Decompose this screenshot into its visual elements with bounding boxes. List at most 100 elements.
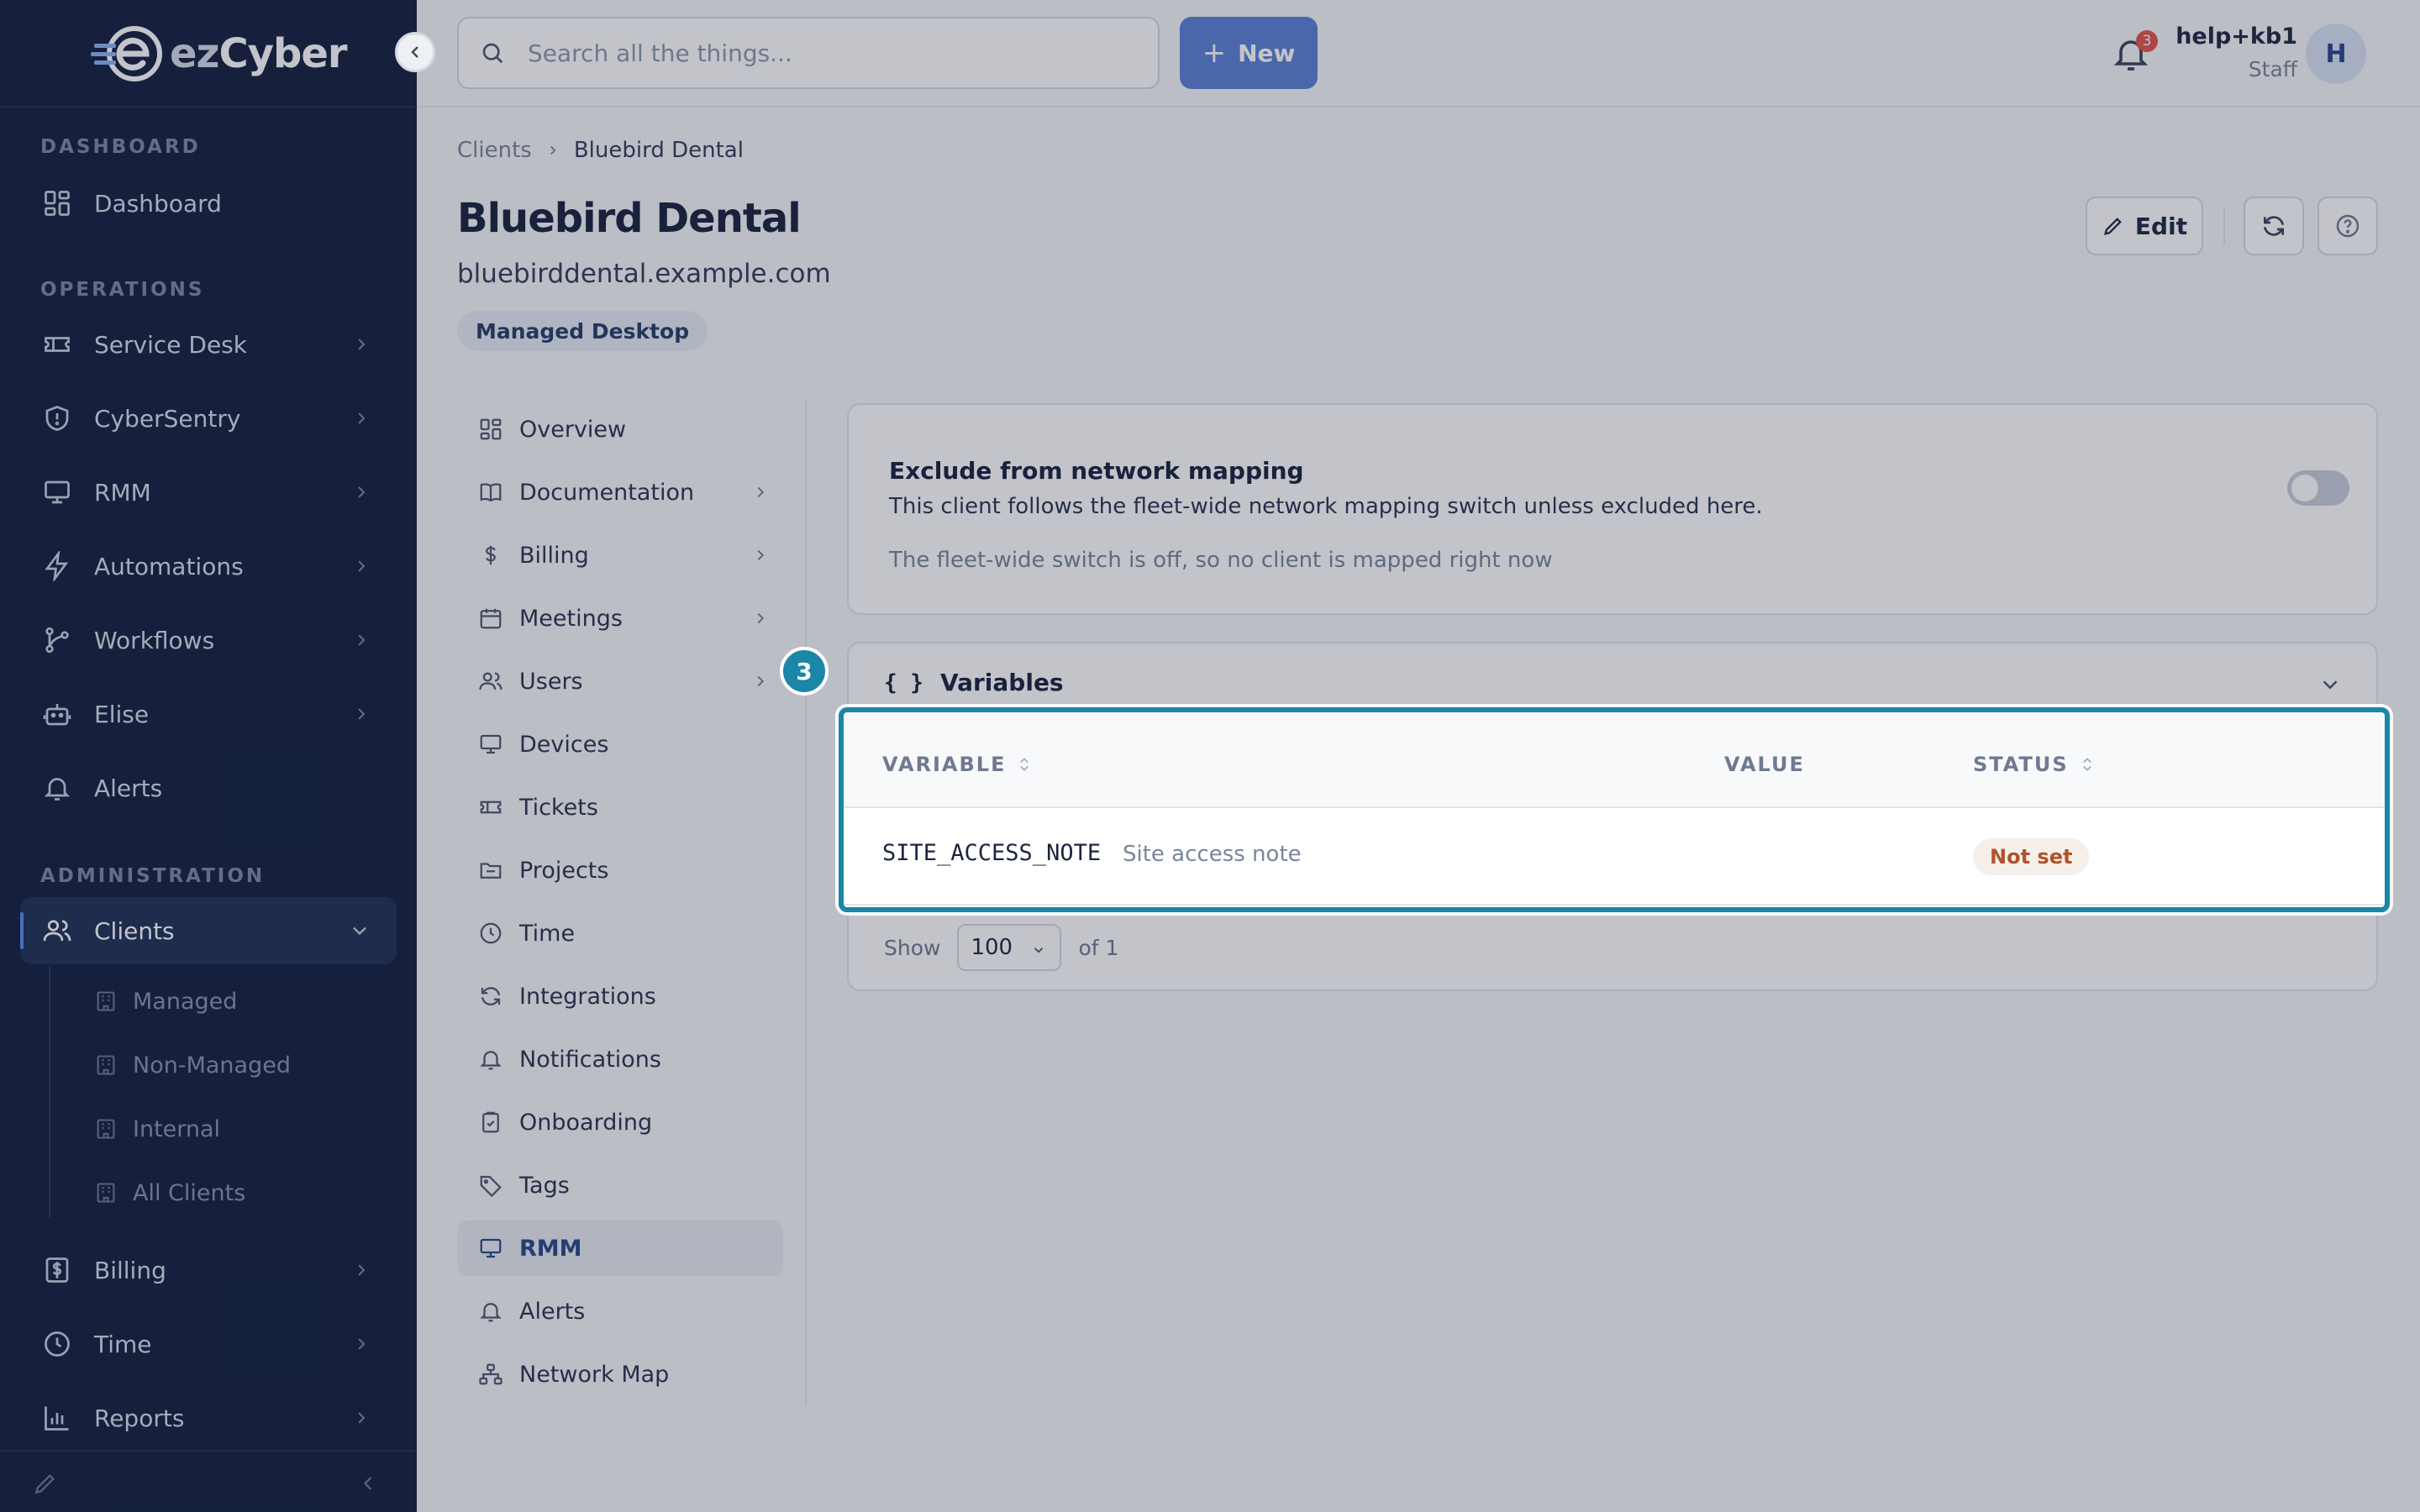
subnav-item-devices[interactable]: Devices (457, 717, 783, 772)
collapse-sidebar-button[interactable] (395, 32, 435, 72)
toggle-knob (2291, 475, 2318, 501)
sidebar-item-automations[interactable]: Automations (20, 533, 397, 600)
page-title: Bluebird Dental (457, 195, 802, 242)
page-size-select[interactable]: 100 (957, 924, 1062, 971)
help-button[interactable] (2317, 197, 2378, 255)
subnav-item-tags[interactable]: Tags (457, 1158, 783, 1213)
sidebar-subitem-non-managed[interactable]: Non-Managed (94, 1040, 291, 1090)
table-row[interactable]: SITE_ACCESS_NOTE Site access note Not se… (844, 808, 2385, 906)
subnav-item-integrations[interactable]: Integrations (457, 969, 783, 1024)
network-mapping-description: This client follows the fleet-wide netwo… (889, 494, 1763, 519)
subnav-item-overview[interactable]: Overview (457, 402, 783, 457)
chevron-right-icon (757, 612, 765, 624)
chevron-right-icon (757, 486, 765, 498)
variable-key: SITE_ACCESS_NOTE (882, 840, 1102, 866)
sidebar-item-label: Clients (94, 916, 175, 945)
subnav-item-tickets[interactable]: Tickets (457, 780, 783, 835)
folder-icon (477, 857, 504, 884)
sidebar-item-label: Service Desk (94, 330, 247, 359)
chevron-right-icon (358, 412, 366, 424)
sidebar-item-alerts[interactable]: Alerts (20, 754, 397, 822)
sidebar-item-label: RMM (94, 478, 151, 507)
subnav-item-time[interactable]: Time (457, 906, 783, 961)
refresh-button[interactable] (2244, 197, 2304, 255)
workflow-icon (40, 623, 74, 657)
sidebar-item-elise[interactable]: Elise (20, 680, 397, 748)
sidebar-subitem-internal[interactable]: Internal (94, 1104, 220, 1154)
subnav-item-onboarding[interactable]: Onboarding (457, 1095, 783, 1150)
brand-name: ezCyber (170, 30, 348, 77)
subnav-item-documentation[interactable]: Documentation (457, 465, 783, 520)
building-icon (97, 991, 115, 1011)
sidebar-item-cybersentry[interactable]: CyberSentry (20, 385, 397, 452)
bell-icon (477, 1298, 504, 1325)
subnav-item-users[interactable]: Users (457, 654, 783, 709)
sidebar-item-rmm[interactable]: RMM (20, 459, 397, 526)
sidebar: ezCyber DASHBOARD Dashboard OPERATIONS S… (0, 0, 417, 1512)
subnav-item-billing[interactable]: Billing (457, 528, 783, 583)
section-label-dashboard: DASHBOARD (40, 136, 201, 158)
variables-header[interactable]: { } Variables (884, 669, 1064, 696)
search-input[interactable] (528, 39, 1116, 67)
section-label-operations: OPERATIONS (40, 279, 205, 301)
new-button[interactable]: + New (1180, 17, 1318, 89)
chevron-right-icon (358, 708, 366, 720)
subnav-item-network-map[interactable]: Network Map (457, 1347, 783, 1402)
avatar[interactable]: H (2306, 24, 2366, 84)
submenu-guide-line (49, 966, 50, 1218)
subnav-item-alerts[interactable]: Alerts (457, 1284, 783, 1339)
network-icon (477, 1361, 504, 1388)
sidebar-item-reports[interactable]: Reports (20, 1384, 397, 1452)
clock-icon (477, 920, 504, 947)
column-header-value: VALUE (1724, 753, 1805, 776)
user-name[interactable]: help+kb1 (2175, 24, 2297, 50)
sidebar-item-time[interactable]: Time (20, 1310, 397, 1378)
sidebar-item-label: CyberSentry (94, 404, 241, 433)
notifications-button[interactable]: 3 (2111, 30, 2158, 74)
building-icon (97, 1055, 115, 1075)
subnav-item-notifications[interactable]: Notifications (457, 1032, 783, 1087)
column-header-variable[interactable]: VARIABLE (882, 753, 1033, 776)
building-icon (97, 1183, 115, 1203)
sidebar-item-service-desk[interactable]: Service Desk (20, 311, 397, 378)
monitor-icon (477, 731, 504, 758)
bell-icon (40, 771, 74, 805)
chevron-down-icon (353, 927, 366, 936)
edit-button[interactable]: Edit (2086, 197, 2203, 255)
chevron-down-icon[interactable] (2317, 672, 2343, 697)
sidebar-item-clients[interactable]: Clients (20, 897, 397, 964)
search-icon (482, 43, 503, 64)
brand-logo[interactable]: ezCyber (91, 20, 348, 87)
chevron-left-icon (411, 46, 418, 58)
logo-mark-icon (91, 24, 168, 84)
collapse-sidebar-icon[interactable] (356, 1472, 380, 1495)
breadcrumb: Clients Bluebird Dental (457, 138, 744, 163)
search-box[interactable] (457, 17, 1160, 89)
status-badge: Not set (1973, 838, 2090, 875)
breadcrumb-link-clients[interactable]: Clients (457, 138, 532, 163)
sidebar-subitem-all-clients[interactable]: All Clients (94, 1168, 245, 1218)
network-mapping-title: Exclude from network mapping (889, 457, 1304, 485)
sidebar-subitem-managed[interactable]: Managed (94, 976, 237, 1026)
chevron-right-icon (757, 549, 765, 561)
exclude-network-mapping-toggle[interactable] (2287, 470, 2349, 506)
sidebar-item-label: Billing (94, 1256, 166, 1284)
header-divider (2223, 207, 2225, 245)
monitor-icon (477, 1235, 504, 1262)
sidebar-item-workflows[interactable]: Workflows (20, 606, 397, 674)
sidebar-item-label: Alerts (94, 774, 163, 802)
plus-icon: + (1202, 36, 1227, 70)
pencil-icon[interactable] (32, 1470, 59, 1497)
sidebar-item-billing[interactable]: Billing (20, 1236, 397, 1304)
calendar-icon (477, 605, 504, 632)
chevron-right-icon (358, 339, 366, 350)
sidebar-item-dashboard[interactable]: Dashboard (20, 170, 397, 237)
subnav-item-meetings[interactable]: Meetings (457, 591, 783, 646)
subnav-item-projects[interactable]: Projects (457, 843, 783, 898)
pagination: Show 100 of 1 (884, 924, 1118, 971)
sidebar-item-label: Elise (94, 700, 150, 728)
subnav-item-rmm[interactable]: RMM (457, 1221, 783, 1276)
column-header-status[interactable]: STATUS (1973, 753, 2096, 776)
variable-label: Site access note (1123, 842, 1302, 867)
braces-icon: { } (884, 669, 923, 696)
